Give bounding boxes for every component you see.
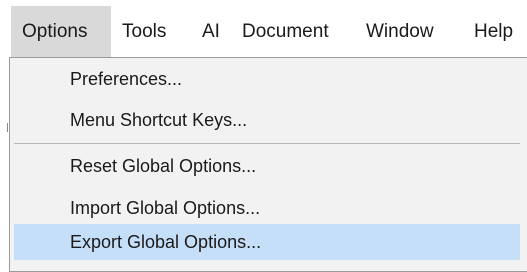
menu-item-import-global-options[interactable]: Import Global Options... [14, 190, 520, 226]
menu-ai[interactable]: AI [192, 6, 232, 57]
menu-window[interactable]: Window [356, 6, 464, 57]
menu-item-export-global-options[interactable]: Export Global Options... [14, 224, 520, 260]
menu-help[interactable]: Help [464, 6, 527, 57]
menu-bar: Options Tools AI Document Window Help [0, 0, 527, 58]
menu-item-menu-shortcut-keys[interactable]: Menu Shortcut Keys... [14, 102, 520, 138]
menu-item-preferences[interactable]: Preferences... [14, 61, 520, 97]
options-dropdown-menu: Preferences... Menu Shortcut Keys... Res… [9, 57, 527, 272]
menu-tools[interactable]: Tools [112, 6, 192, 57]
menu-options[interactable]: Options [11, 6, 111, 57]
menu-separator [14, 143, 520, 144]
menu-document[interactable]: Document [232, 6, 356, 57]
window-edge-mark [7, 123, 8, 132]
menu-item-reset-global-options[interactable]: Reset Global Options... [14, 148, 520, 184]
